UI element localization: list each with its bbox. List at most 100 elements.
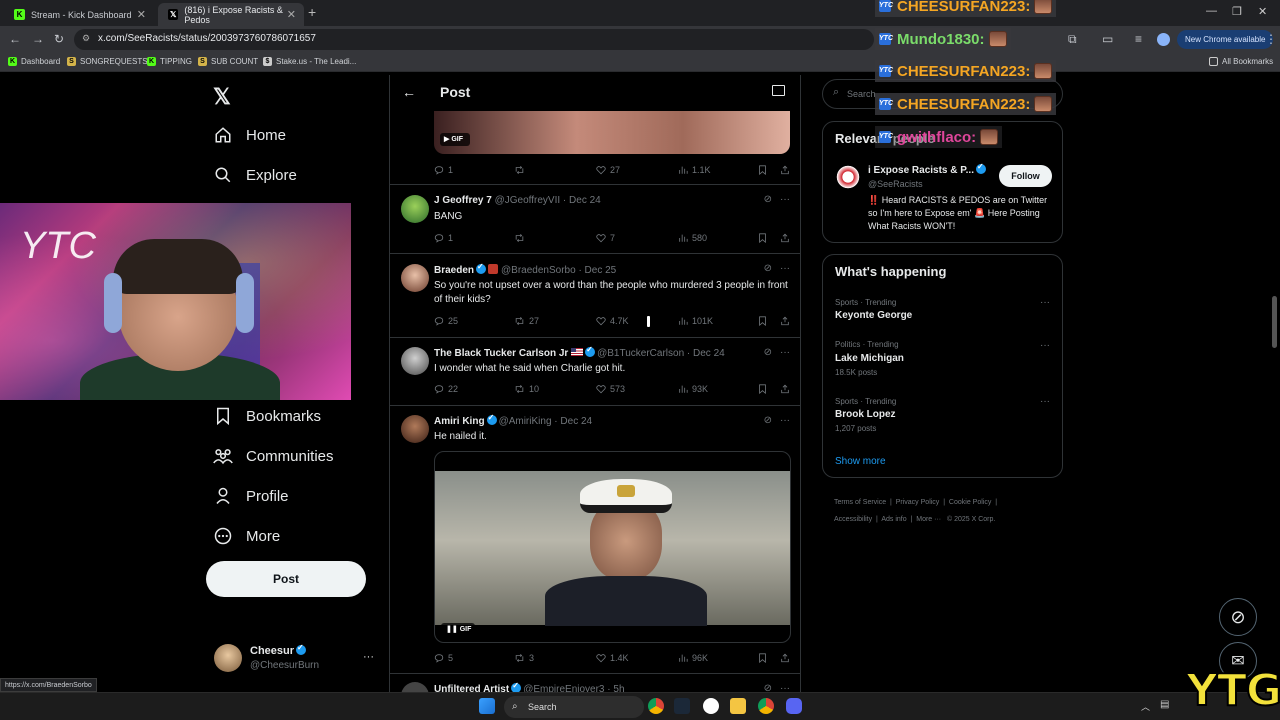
maximize-icon[interactable]: ❐ [1232, 5, 1242, 18]
trend-name[interactable]: Lake Michigan [835, 353, 904, 364]
site-info-icon[interactable]: ⚙ [82, 33, 90, 44]
tweet[interactable]: Braeden@BraedenSorbo · Dec 25 ⊘ ··· So y… [390, 254, 800, 338]
accessibility-link[interactable]: Accessibility [834, 516, 872, 523]
forward-icon[interactable]: → [32, 32, 44, 46]
chrome-icon[interactable] [648, 698, 664, 714]
tweet-more-icon[interactable]: ··· [780, 347, 790, 358]
terms-link[interactable]: Terms of Service [834, 499, 886, 506]
account-avatar[interactable] [214, 644, 242, 672]
taskbar-search[interactable]: ⌕ Search [504, 696, 644, 718]
tweet-gif[interactable]: ▶ GIF [434, 111, 790, 154]
bookmark-button[interactable] [758, 233, 771, 243]
bookmark-button[interactable] [758, 653, 771, 663]
tweet[interactable]: Amiri King@AmiriKing · Dec 24 ⊘ ··· He n… [390, 406, 800, 674]
tab-search-icon[interactable]: ▭ [1102, 32, 1113, 46]
page-scrollbar[interactable] [1272, 296, 1277, 348]
account-more-icon[interactable]: ··· [363, 651, 374, 663]
reading-list-icon[interactable]: ≡ [1135, 32, 1142, 46]
like-button[interactable]: 27 [596, 165, 620, 175]
nav-explore[interactable]: Explore [213, 165, 297, 185]
new-chrome-available-button[interactable]: New Chrome available [1177, 30, 1274, 49]
bookmark-sub-count[interactable]: S SUB COUNT [198, 57, 258, 66]
reply-button[interactable]: 5 [434, 653, 453, 663]
like-button[interactable]: 7 [596, 233, 615, 243]
grok-icon[interactable]: ⊘ [764, 415, 772, 426]
tweet-author[interactable]: Braeden@BraedenSorbo · Dec 25 [434, 262, 616, 276]
share-button[interactable] [780, 165, 794, 175]
back-arrow-icon[interactable]: ← [402, 84, 416, 100]
nav-bookmarks[interactable]: Bookmarks [213, 406, 321, 426]
relevant-name[interactable]: i Expose Racists & P... [868, 162, 988, 176]
all-bookmarks[interactable]: All Bookmarks [1209, 57, 1273, 66]
ads-info-link[interactable]: Ads info [881, 516, 906, 523]
repost-button[interactable] [514, 233, 529, 243]
share-button[interactable] [780, 384, 794, 394]
extensions-icon[interactable]: ⧉ [1068, 32, 1077, 47]
repost-button[interactable]: 3 [514, 653, 534, 663]
like-button[interactable]: 4.7K [596, 316, 629, 326]
cookie-link[interactable]: Cookie Policy [949, 499, 991, 506]
network-icon[interactable]: ▤ [1160, 699, 1169, 710]
nav-profile[interactable]: Profile [213, 486, 289, 506]
omnibox[interactable]: ⚙ x.com/SeeRacists/status/20039737607860… [74, 29, 874, 50]
tweet-author[interactable]: J Geoffrey 7 @JGeoffreyVII · Dec 24 [434, 195, 601, 206]
tab-x-post[interactable]: 𝕏 (816) i Expose Racists & Pedos ✕ [158, 3, 304, 26]
reply-button[interactable]: 1 [434, 233, 453, 243]
reply-button[interactable]: 22 [434, 384, 458, 394]
share-button[interactable] [780, 233, 794, 243]
profile-avatar[interactable] [1157, 33, 1170, 46]
account-name[interactable]: Cheesur [250, 643, 308, 657]
close-tab-icon[interactable]: ✕ [287, 8, 296, 21]
chrome-menu-icon[interactable]: ⋮ [1265, 32, 1277, 46]
tweet-gif[interactable]: ❚❚ GIF [434, 451, 791, 643]
close-tab-icon[interactable]: ✕ [137, 8, 146, 21]
bookmark-songrequests[interactable]: S SONGREQUESTS [67, 57, 148, 66]
x-logo-icon[interactable]: 𝕏 [213, 84, 231, 110]
grok-fab-button[interactable]: ⊘ [1219, 598, 1257, 636]
views-button[interactable]: 580 [678, 233, 707, 243]
more-link[interactable]: More ··· [916, 516, 941, 523]
trend-more-icon[interactable]: ··· [1040, 396, 1050, 407]
repost-button[interactable]: 10 [514, 384, 539, 394]
tweet[interactable]: J Geoffrey 7 @JGeoffreyVII · Dec 24 ⊘ ··… [390, 185, 800, 254]
tweet-avatar[interactable] [401, 264, 429, 292]
views-button[interactable]: 1.1K [678, 165, 711, 175]
back-icon[interactable]: ← [9, 32, 21, 46]
trend-more-icon[interactable]: ··· [1040, 340, 1050, 351]
repost-button[interactable] [514, 165, 529, 175]
bookmark-stake[interactable]: $ Stake.us - The Leadi... [263, 57, 356, 66]
trend-name[interactable]: Brook Lopez [835, 409, 896, 420]
new-tab-icon[interactable]: + [308, 4, 316, 20]
post-button[interactable]: Post [206, 561, 366, 597]
share-button[interactable] [780, 316, 794, 326]
tweet-author[interactable]: The Black Tucker Carlson Jr @B1TuckerCar… [434, 345, 725, 359]
views-button[interactable]: 93K [678, 384, 708, 394]
tweet-more-icon[interactable]: ··· [780, 194, 790, 205]
bookmark-tipping[interactable]: K TIPPING [147, 57, 192, 66]
close-window-icon[interactable]: ✕ [1258, 5, 1267, 18]
steam-icon[interactable] [674, 698, 690, 714]
tweet-partial[interactable]: ▶ GIF 1 27 1.1K [390, 111, 800, 185]
reply-button[interactable]: 1 [434, 165, 453, 175]
file-explorer-icon[interactable] [730, 698, 746, 714]
grok-icon[interactable]: ⊘ [764, 347, 772, 358]
share-button[interactable] [780, 653, 794, 663]
follow-button[interactable]: Follow [999, 165, 1052, 187]
minimize-icon[interactable]: — [1206, 5, 1217, 17]
url-text[interactable]: x.com/SeeRacists/status/2003973760786071… [98, 33, 316, 44]
tweet[interactable]: The Black Tucker Carlson Jr @B1TuckerCar… [390, 338, 800, 406]
reply-button[interactable]: 25 [434, 316, 458, 326]
show-more-link[interactable]: Show more [835, 456, 886, 467]
bookmark-button[interactable] [758, 316, 771, 326]
like-button[interactable]: 1.4K [596, 653, 629, 663]
like-button[interactable]: 573 [596, 384, 625, 394]
app-icon[interactable] [703, 698, 719, 714]
bookmark-dashboard[interactable]: K Dashboard [8, 57, 60, 66]
windows-start-icon[interactable] [479, 698, 495, 714]
tweet-more-icon[interactable]: ··· [780, 415, 790, 426]
reload-icon[interactable]: ↻ [54, 32, 64, 46]
views-button[interactable]: 101K [678, 316, 713, 326]
relevant-avatar[interactable] [835, 164, 861, 190]
tweet-avatar[interactable] [401, 347, 429, 375]
grok-icon[interactable]: ⊘ [764, 263, 772, 274]
